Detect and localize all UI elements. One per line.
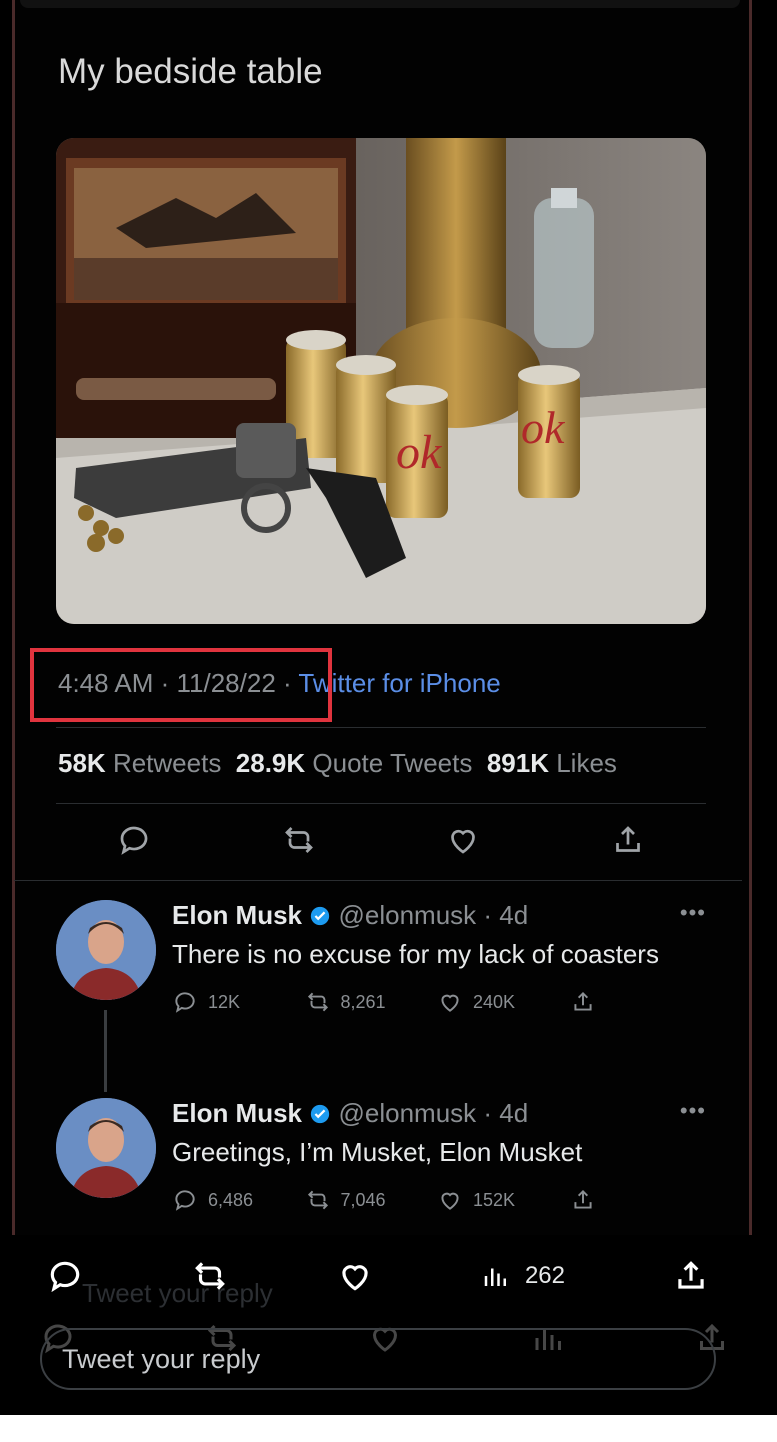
- avatar[interactable]: [56, 900, 156, 1000]
- reply-count[interactable]: 12K: [172, 989, 305, 1015]
- like-icon: [441, 1192, 459, 1210]
- timestamp-highlight-box: [30, 648, 332, 722]
- author-name[interactable]: Elon Musk: [172, 900, 302, 930]
- tweet-stats: 58K Retweets 28.9K Quote Tweets 891K Lik…: [58, 748, 617, 779]
- avatar-image: [56, 1098, 156, 1198]
- share-button[interactable]: [570, 1187, 703, 1213]
- handle-and-time: @elonmusk · 4d: [338, 900, 529, 930]
- share-icon[interactable]: [672, 1257, 710, 1295]
- retweet-count[interactable]: 8,261: [305, 989, 438, 1015]
- reply-body: Elon Musk @elonmusk · 4d Greetings, I’m …: [172, 1098, 702, 1213]
- retweet-icon[interactable]: [191, 1257, 229, 1295]
- like-count[interactable]: 152K: [437, 1187, 570, 1213]
- like-count[interactable]: 240K: [437, 989, 570, 1015]
- reply-icon: [175, 992, 195, 1013]
- reply-text: Greetings, I’m Musket, Elon Musket: [172, 1137, 583, 1167]
- more-options-icon[interactable]: •••: [680, 1098, 706, 1124]
- retweets-stat[interactable]: 58K Retweets: [58, 748, 221, 778]
- reply-stats: 6,486 7,046 152K: [172, 1187, 702, 1213]
- thread-connector: [104, 1010, 107, 1092]
- avatar[interactable]: [56, 1098, 156, 1198]
- share-button[interactable]: [570, 989, 703, 1015]
- verified-badge-icon: [309, 1098, 331, 1128]
- bedside-table-image: ok ok: [56, 138, 706, 624]
- like-icon: [441, 994, 459, 1012]
- like-icon[interactable]: [445, 822, 481, 858]
- retweet-count[interactable]: 7,046: [305, 1187, 438, 1213]
- reply-body: Elon Musk @elonmusk · 4d There is no exc…: [172, 900, 702, 1015]
- divider: [56, 727, 706, 728]
- bottom-action-bar: 262: [46, 1256, 710, 1296]
- tweet-photo[interactable]: ok ok: [56, 138, 706, 624]
- reply-icon[interactable]: [46, 1257, 84, 1295]
- reply-header: Elon Musk @elonmusk · 4d: [172, 1098, 702, 1129]
- svg-text:ok: ok: [521, 402, 566, 453]
- divider: [14, 880, 742, 881]
- svg-text:ok: ok: [396, 426, 443, 479]
- share-icon: [573, 1189, 592, 1209]
- like-icon[interactable]: [336, 1257, 374, 1295]
- retweet-icon: [307, 992, 328, 1012]
- handle-and-time: @elonmusk · 4d: [338, 1098, 529, 1128]
- reply-text: There is no excuse for my lack of coaste…: [172, 939, 659, 969]
- likes-stat[interactable]: 891K Likes: [487, 748, 617, 778]
- divider: [56, 803, 706, 804]
- reply-header: Elon Musk @elonmusk · 4d: [172, 900, 702, 931]
- avatar-image: [56, 900, 156, 1000]
- reply-icon[interactable]: [116, 822, 152, 858]
- reply-stats: 12K 8,261 240K: [172, 989, 702, 1015]
- quote-tweets-stat[interactable]: 28.9K Quote Tweets: [236, 748, 473, 778]
- retweet-icon: [307, 1190, 328, 1210]
- top-edge: [20, 0, 740, 8]
- share-icon: [573, 991, 592, 1011]
- reply-count[interactable]: 6,486: [172, 1187, 305, 1213]
- views-count[interactable]: 262: [481, 1261, 565, 1291]
- retweet-icon[interactable]: [281, 822, 317, 858]
- share-icon[interactable]: [610, 822, 646, 858]
- reply-input[interactable]: Tweet your reply: [40, 1328, 716, 1390]
- reply-input-placeholder: Tweet your reply: [62, 1343, 261, 1374]
- tweet-action-bar: [56, 822, 706, 858]
- reply-icon: [175, 1190, 195, 1211]
- tweet-text: My bedside table: [58, 52, 323, 91]
- bottom-edge: [0, 1415, 777, 1442]
- analytics-icon: [484, 1268, 506, 1286]
- verified-badge-icon: [309, 900, 331, 930]
- more-options-icon[interactable]: •••: [680, 900, 706, 926]
- author-name[interactable]: Elon Musk: [172, 1098, 302, 1128]
